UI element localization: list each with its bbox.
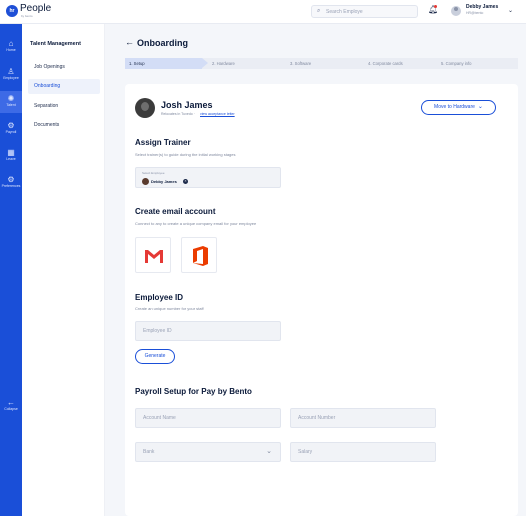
rail-item-label: Preferences bbox=[1, 184, 21, 188]
subnav-item-separation[interactable]: Separation bbox=[28, 99, 100, 114]
back-arrow-icon[interactable]: ← bbox=[125, 37, 134, 47]
rail-item-payroll[interactable]: ⚙ Payroll bbox=[0, 118, 22, 140]
employee-name: Josh James bbox=[161, 100, 213, 110]
payroll-icon: ⚙ bbox=[7, 121, 15, 130]
step-hardware[interactable]: 2. Hardware bbox=[208, 58, 286, 69]
page-title: Onboarding bbox=[137, 38, 188, 48]
subnav-item-job-openings[interactable]: Job Openings bbox=[28, 60, 100, 75]
avatar[interactable] bbox=[451, 6, 461, 16]
notification-dot bbox=[434, 5, 437, 8]
move-to-hardware-button[interactable]: Move to Hardware ⌄ bbox=[421, 100, 496, 115]
arrow-left-icon: ← bbox=[7, 398, 15, 407]
employee-location: Relocates in Tuxedo · bbox=[161, 112, 195, 116]
payroll-title: Payroll Setup for Pay by Bento bbox=[135, 387, 252, 396]
rail-item-talent[interactable]: ✺ Talent bbox=[0, 91, 22, 113]
talent-icon: ✺ bbox=[7, 94, 15, 103]
gmail-icon bbox=[145, 250, 163, 263]
search-icon: ⌕ bbox=[317, 8, 321, 14]
main-content: ← Onboarding 1. Setup 2. Hardware 3. Sof… bbox=[105, 24, 526, 516]
logo-text: People bbox=[20, 3, 52, 14]
bank-select[interactable]: Bank ⌄ bbox=[135, 442, 281, 462]
step-setup[interactable]: 1. Setup bbox=[125, 58, 202, 69]
office-icon bbox=[193, 246, 208, 266]
office-tile[interactable] bbox=[181, 237, 217, 273]
assign-trainer-subtitle: Select trainer(s) to guide during the in… bbox=[135, 152, 236, 157]
chevron-down-icon: ⌄ bbox=[477, 104, 483, 110]
rail-item-leave[interactable]: ▦ Leave bbox=[0, 145, 22, 167]
account-number-placeholder: Account Number bbox=[298, 415, 336, 421]
rail-item-preferences[interactable]: ⚙ Preferences bbox=[0, 172, 22, 194]
rail-item-label: Payroll bbox=[5, 130, 17, 134]
user-name[interactable]: Debby James bbox=[466, 4, 498, 10]
subnav-item-documents[interactable]: Documents bbox=[28, 118, 100, 133]
email-account-subtitle: Connect to any to create a unique compan… bbox=[135, 221, 257, 226]
trainer-select[interactable]: Select Employee Debby James × bbox=[135, 167, 281, 188]
search-placeholder: Search Employe bbox=[326, 9, 363, 15]
trainer-avatar bbox=[142, 178, 149, 185]
employee-id-title: Employee ID bbox=[135, 293, 184, 302]
gear-icon: ⚙ bbox=[7, 175, 15, 184]
assign-trainer-title: Assign Trainer bbox=[135, 138, 191, 147]
acceptance-letter-link[interactable]: view acceptance letter bbox=[200, 112, 235, 116]
account-name-field[interactable]: Account Name bbox=[135, 408, 281, 428]
sub-nav: Talent Management Job Openings Onboardin… bbox=[22, 24, 105, 516]
rail-item-employee[interactable]: ♙ Employee bbox=[0, 64, 22, 86]
user-role: HR@bento bbox=[466, 11, 484, 15]
trainer-field-label: Select Employee bbox=[142, 171, 165, 175]
top-bar: hr People by bento ⌕ Search Employe 🔔︎ D… bbox=[0, 0, 526, 24]
rail-item-label: Leave bbox=[6, 157, 16, 161]
chevron-down-icon: ⌄ bbox=[266, 448, 272, 455]
rail-item-label: Home bbox=[6, 48, 16, 52]
rail-item-label: Employee bbox=[3, 76, 19, 80]
logo-subtitle: by bento bbox=[21, 14, 33, 18]
step-corporate-cards[interactable]: 4. Corporate cards bbox=[364, 58, 437, 69]
rail-item-label: Talent bbox=[6, 103, 16, 107]
salary-field[interactable]: Salary bbox=[290, 442, 436, 462]
icon-rail: ⌂ Home ♙ Employee ✺ Talent ⚙ Payroll ▦ L… bbox=[0, 24, 22, 516]
rail-item-home[interactable]: ⌂ Home bbox=[0, 36, 22, 58]
subnav-item-onboarding[interactable]: Onboarding bbox=[28, 79, 100, 94]
home-icon: ⌂ bbox=[8, 39, 14, 48]
person-icon: ♙ bbox=[7, 67, 15, 76]
employee-avatar bbox=[135, 98, 155, 118]
salary-placeholder: Salary bbox=[298, 449, 313, 455]
collapse-label: Collapse bbox=[4, 407, 18, 411]
employee-id-field[interactable]: Employee ID bbox=[135, 321, 281, 341]
employee-id-placeholder: Employee ID bbox=[143, 328, 172, 334]
email-account-title: Create email account bbox=[135, 207, 216, 216]
search-input[interactable]: ⌕ Search Employe bbox=[311, 5, 418, 18]
step-software[interactable]: 3. Software bbox=[286, 58, 364, 69]
account-name-placeholder: Account Name bbox=[143, 415, 176, 421]
bank-placeholder: Bank bbox=[143, 449, 155, 455]
stepper: 1. Setup 2. Hardware 3. Software 4. Corp… bbox=[125, 58, 518, 69]
gmail-tile[interactable] bbox=[135, 237, 171, 273]
calendar-icon: ▦ bbox=[7, 148, 15, 157]
collapse-button[interactable]: ← Collapse bbox=[0, 398, 22, 411]
remove-trainer-icon[interactable]: × bbox=[183, 179, 188, 184]
chevron-down-icon[interactable]: ⌄ bbox=[508, 7, 513, 14]
step-company-info[interactable]: 5. Company info bbox=[437, 58, 518, 69]
account-number-field[interactable]: Account Number bbox=[290, 408, 436, 428]
subnav-title: Talent Management bbox=[30, 41, 81, 47]
logo-icon: hr bbox=[6, 5, 18, 17]
move-button-label: Move to Hardware bbox=[434, 104, 475, 110]
employee-id-subtitle: Create an unique number for your staff bbox=[135, 306, 204, 311]
onboarding-card: Josh James Relocates in Tuxedo · view ac… bbox=[125, 84, 518, 516]
trainer-name: Debby James bbox=[151, 179, 177, 184]
generate-button[interactable]: Generate bbox=[135, 349, 175, 364]
